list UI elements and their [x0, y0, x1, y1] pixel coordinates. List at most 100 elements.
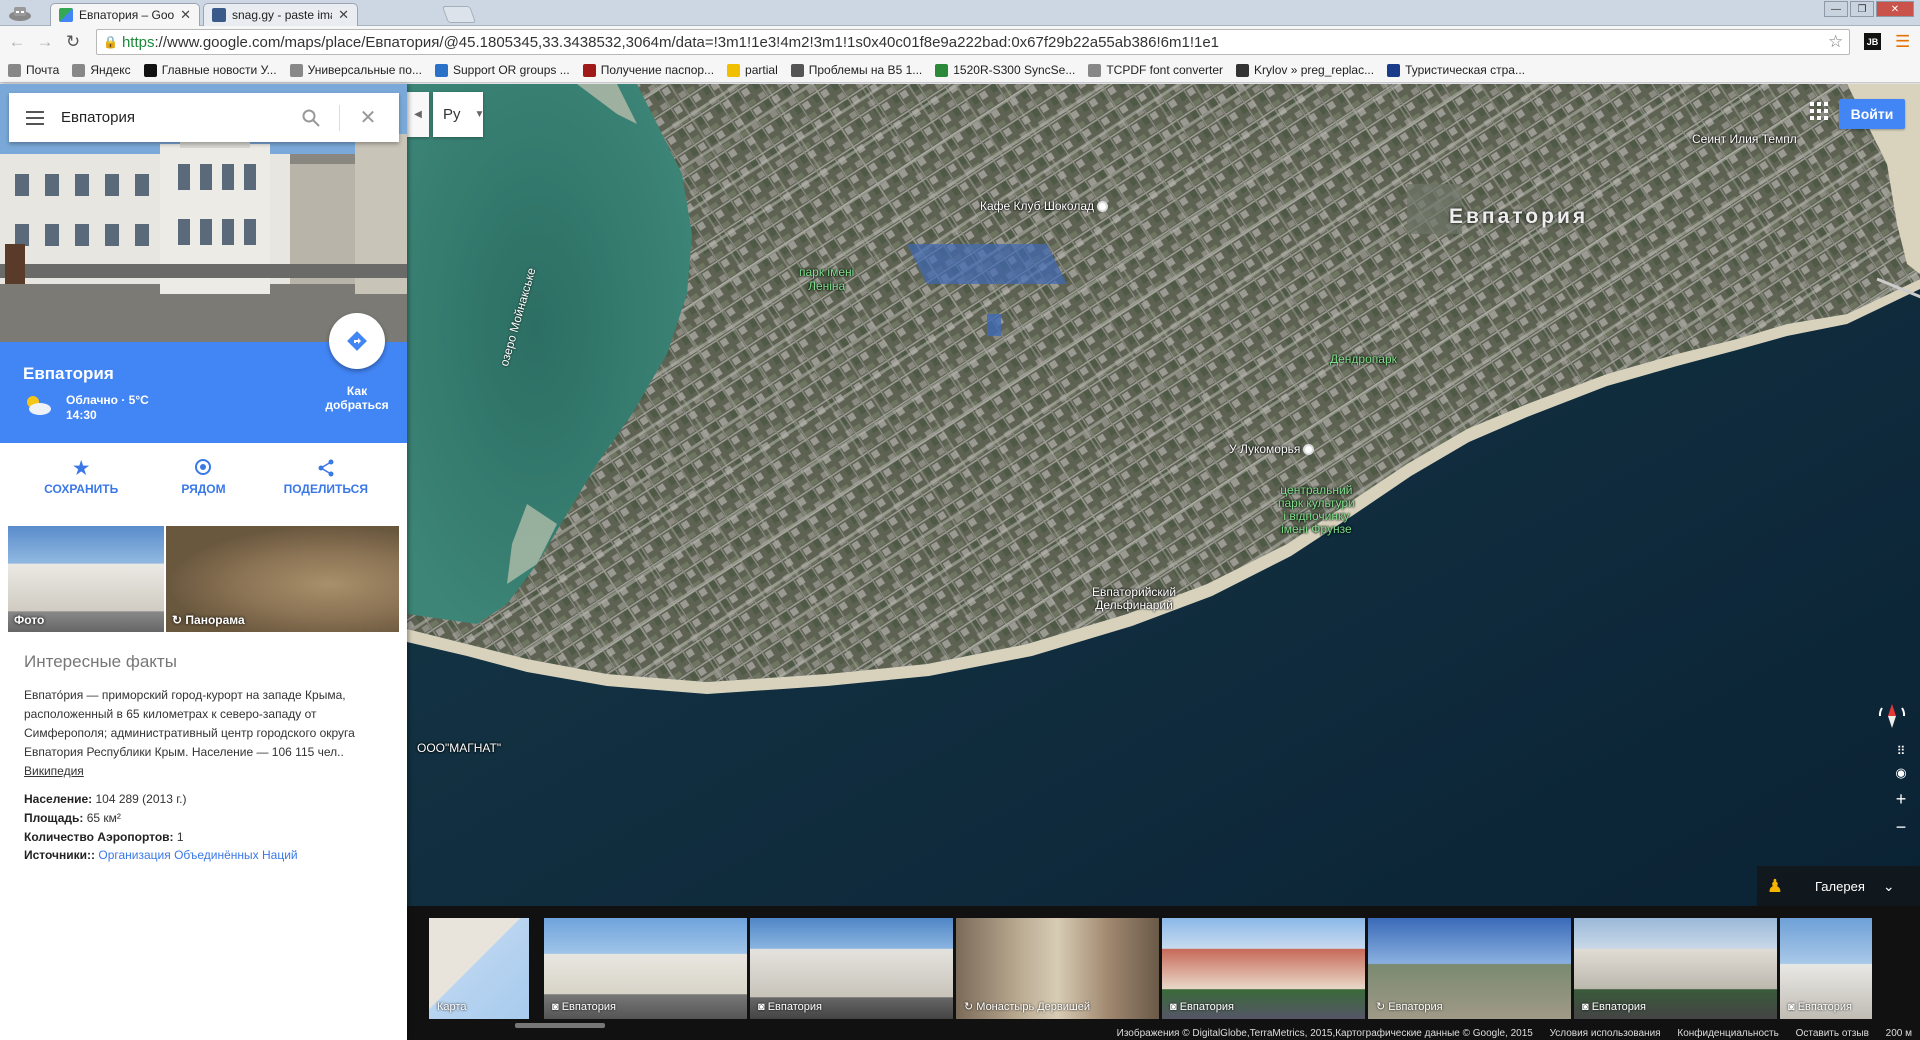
language-value: Ру [443, 106, 461, 123]
tilt-icon[interactable]: ⠿ [1897, 744, 1906, 758]
tab-snag[interactable]: snag.gy - paste images! ✕ [203, 3, 358, 26]
map-view-thumbnail[interactable]: Карта [429, 918, 529, 1019]
search-icon[interactable] [291, 93, 331, 142]
dropdown-caret-icon: ▼ [474, 109, 485, 120]
nearby-button[interactable]: РЯДОМ [153, 443, 253, 509]
page-icon [1088, 63, 1102, 77]
bookmark-item[interactable]: Яндекс [72, 63, 131, 77]
reload-icon[interactable]: ↻ [60, 29, 86, 55]
un-source-link[interactable]: Организация Объединённых Наций [98, 848, 297, 862]
gallery-toggle[interactable]: ♟ Галерея ⌄ [1757, 866, 1920, 906]
close-tab-icon[interactable]: ✕ [180, 7, 191, 23]
sign-in-button[interactable]: Войти [1839, 99, 1905, 129]
pegman-icon[interactable]: ♟ [1765, 876, 1785, 897]
bookmark-item[interactable]: partial [727, 63, 778, 77]
save-button[interactable]: ★ СОХРАНИТЬ [31, 443, 131, 509]
wikipedia-link[interactable]: Википедия [24, 764, 84, 778]
language-select[interactable]: Ру ▼ [433, 92, 485, 137]
terms-link[interactable]: Условия использования [1550, 1028, 1661, 1039]
sync-icon [935, 63, 949, 77]
satellite-map[interactable]: ◀ Ру ▼ Евпатория озеро Мойнакське Кафе Кл… [407, 84, 1920, 906]
close-window-icon[interactable]: ✕ [1876, 1, 1914, 17]
photo-thumbnail[interactable]: ◙ Евпатория [544, 918, 747, 1019]
bookmark-label: Яндекс [90, 63, 131, 77]
bookmark-item[interactable]: Главные новости У... [143, 63, 277, 77]
collapse-panel-button[interactable]: ◀ [407, 92, 429, 137]
directions-button[interactable] [329, 313, 385, 369]
photo-thumbnail[interactable]: ◙ Евпатория [750, 918, 953, 1019]
compass-icon[interactable] [1870, 694, 1914, 738]
bookmarks-bar: Почта Яндекс Главные новости У... Универсал… [0, 58, 1920, 83]
zoom-out-button[interactable]: − [1896, 817, 1907, 838]
thumbnail-label-text: Евпатория [561, 1001, 616, 1013]
poi-cafe-label: Кафе Клуб Шоколад [980, 199, 1095, 213]
jb-extension-icon[interactable]: JB [1864, 33, 1881, 50]
facts-description: Евпато́рия — приморский город-курорт на … [24, 686, 389, 781]
lock-icon: 🔒 [103, 35, 118, 49]
page-icon [72, 63, 86, 77]
poi-central-park[interactable]: центральний парк культури і відпочинку і… [1278, 484, 1355, 536]
url-rest: ://www.google.com/maps/place/Евпатория/@… [154, 33, 1220, 51]
city-map-label: Евпатория [1449, 205, 1589, 228]
feedback-link[interactable]: Оставить отзыв [1796, 1028, 1869, 1039]
place-actions: ★ СОХРАНИТЬ РЯДОМ ПОДЕЛИТЬСЯ [0, 443, 407, 509]
bookmark-item[interactable]: Получение паспор... [582, 63, 714, 77]
browser-toolbar: ← → ↻ 🔒 https://www.google.com/maps/plac… [0, 26, 1920, 58]
scale-label: 200 м [1885, 1028, 1912, 1039]
page-icon [8, 63, 21, 77]
tab-google-maps[interactable]: Евпатория – Google Карт ✕ [50, 3, 200, 26]
search-divider [339, 104, 340, 131]
photos-tile[interactable]: Фото [8, 526, 164, 632]
poi-park-lenin[interactable]: парк імені Леніна [799, 265, 854, 293]
bookmark-item[interactable]: Support OR groups ... [434, 63, 570, 77]
photo-thumbnail[interactable]: ◙ Евпатория [1574, 918, 1777, 1019]
forward-icon[interactable]: → [32, 29, 58, 55]
search-input[interactable] [61, 109, 291, 126]
bookmark-item[interactable]: Проблемы на B5 1... [790, 63, 922, 77]
bookmark-item[interactable]: 1520R-S300 SyncSe... [935, 63, 1075, 77]
directions-label[interactable]: Как добраться [315, 384, 399, 412]
privacy-link[interactable]: Конфиденциальность [1677, 1028, 1778, 1039]
share-button[interactable]: ПОДЕЛИТЬСЯ [276, 443, 376, 509]
poi-temple[interactable]: Сеинт Илия Темпл [1692, 132, 1797, 146]
thumbnail-label: ◙ Евпатория [1788, 1001, 1852, 1013]
bookmark-star-icon[interactable]: ☆ [1828, 32, 1843, 52]
clear-search-icon[interactable]: ✕ [348, 93, 388, 142]
poi-lukomorye[interactable]: У Лукоморья [1229, 442, 1315, 456]
close-tab-icon[interactable]: ✕ [338, 7, 349, 23]
minimize-icon[interactable]: — [1824, 1, 1848, 17]
satellite-imagery[interactable] [407, 84, 1920, 906]
browser-menu-icon[interactable]: ☰ [1895, 32, 1910, 52]
fact-value: 65 км² [86, 811, 121, 825]
url-scheme: https [121, 33, 155, 51]
zoom-in-button[interactable]: + [1896, 789, 1907, 810]
address-bar[interactable]: 🔒 https://www.google.com/maps/place/Евпа… [96, 29, 1850, 55]
new-tab-button[interactable] [441, 6, 477, 23]
restore-icon[interactable]: ❐ [1850, 1, 1874, 17]
bookmark-item[interactable]: TCPDF font converter [1088, 63, 1223, 77]
nearby-icon [194, 456, 212, 480]
share-label: ПОДЕЛИТЬСЯ [283, 482, 368, 496]
browser-profile-icon[interactable] [0, 2, 40, 24]
photo-thumbnail[interactable]: ◙ Евпатория [1162, 918, 1365, 1019]
poi-magnat[interactable]: ООО"МАГНАТ" [417, 741, 501, 755]
poi-dolphinarium[interactable]: Евпаторийский Дельфинарий [1092, 586, 1176, 612]
bookmark-item[interactable]: Универсальные по... [289, 63, 422, 77]
search-box: ✕ [9, 93, 399, 142]
poi-cafe[interactable]: Кафе Клуб Шоколад [980, 199, 1109, 213]
apps-grid-icon[interactable] [1810, 102, 1828, 120]
poi-dendropark[interactable]: Дендропарк [1330, 352, 1397, 366]
bookmark-item[interactable]: Туристическая стра... [1387, 63, 1525, 77]
photo-thumbnail[interactable]: ↻ Евпатория [1368, 918, 1571, 1019]
panorama-tile[interactable]: ↻ Панорама [166, 526, 399, 632]
back-icon[interactable]: ← [4, 29, 30, 55]
photo-thumbnail[interactable]: ↻ Монастырь Дервишей [956, 918, 1159, 1019]
menu-icon[interactable] [9, 93, 61, 142]
thumbnail-label: ↻ Монастырь Дервишей [964, 1001, 1090, 1013]
bookmark-item[interactable]: Почта [8, 63, 59, 77]
my-location-icon[interactable]: ◉ [1895, 765, 1906, 781]
thumbnail-label-text: Евпатория [1591, 1001, 1646, 1013]
bookmark-item[interactable]: Krylov » preg_replac... [1236, 63, 1374, 77]
thumbnail-label-text: Евпатория [1797, 1001, 1852, 1013]
photo-thumbnail[interactable]: ◙ Евпатория [1780, 918, 1872, 1019]
